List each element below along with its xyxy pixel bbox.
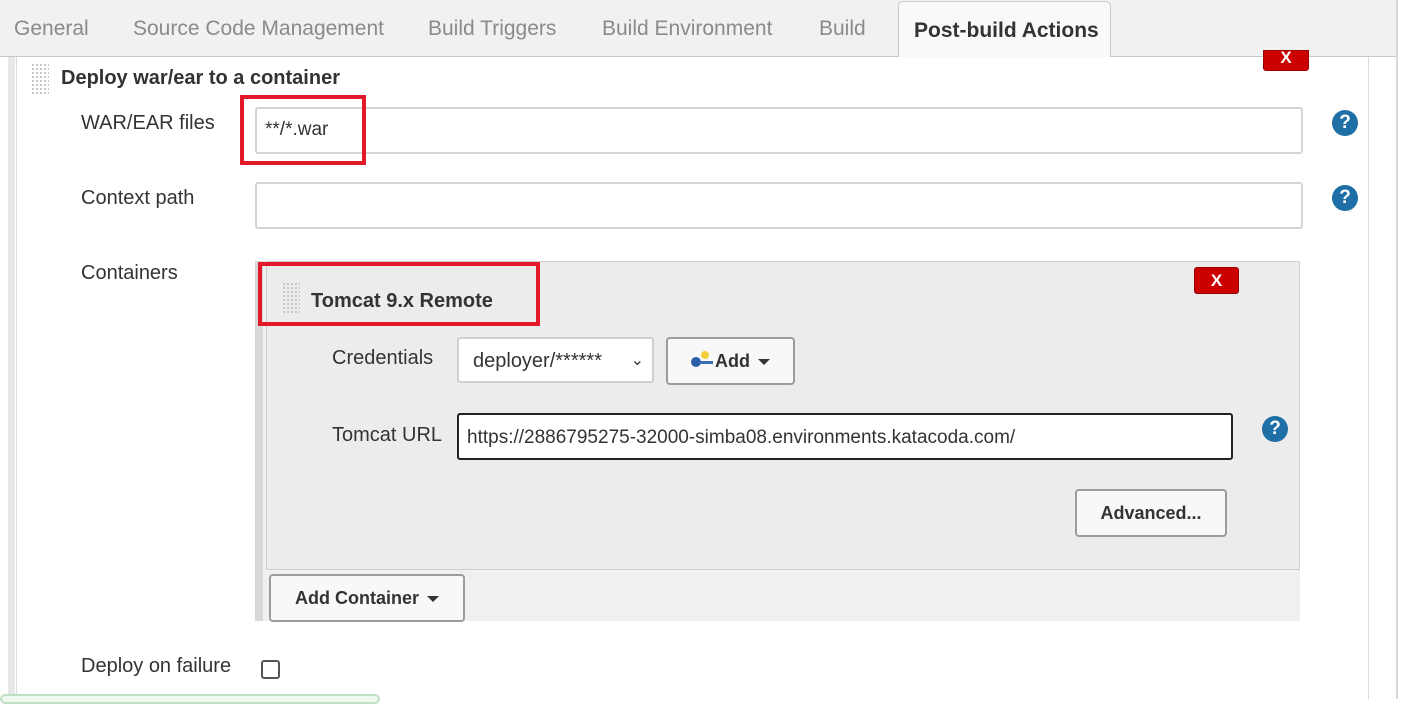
section-stripe — [8, 57, 15, 699]
help-icon[interactable]: ? — [1332, 110, 1358, 136]
credentials-selected-value: deployer/****** — [473, 350, 602, 372]
containers-label: Containers — [81, 262, 178, 284]
tab-build[interactable]: Build — [819, 0, 866, 57]
deploy-section-title: Deploy war/ear to a container — [61, 67, 340, 89]
add-credentials-label: Add — [715, 351, 750, 371]
deploy-on-failure-label: Deploy on failure — [81, 655, 232, 677]
tab-build-triggers[interactable]: Build Triggers — [428, 0, 556, 57]
tab-build-environment[interactable]: Build Environment — [602, 0, 772, 57]
tab-post-build-actions[interactable]: Post-build Actions — [898, 1, 1111, 58]
war-files-highlight — [240, 95, 366, 165]
context-path-input[interactable] — [255, 182, 1303, 229]
deploy-on-failure-checkbox[interactable] — [261, 660, 280, 679]
war-files-label: WAR/EAR files — [81, 112, 215, 134]
war-files-input[interactable]: **/*.war — [255, 107, 1303, 154]
bottom-tab — [0, 694, 380, 704]
chevron-down-icon: ⌄ — [630, 352, 644, 369]
delete-deploy-step-button[interactable]: X — [1263, 49, 1309, 71]
caret-down-icon — [427, 596, 439, 603]
tab-general[interactable]: General — [14, 0, 89, 57]
add-container-button[interactable]: Add Container — [269, 574, 465, 622]
caret-down-icon — [758, 359, 770, 366]
help-icon[interactable]: ? — [1262, 416, 1288, 442]
tab-source-code-management[interactable]: Source Code Management — [133, 0, 384, 57]
tomcat-url-input[interactable]: https://2886795275-32000-simba08.environ… — [457, 413, 1233, 460]
credentials-label: Credentials — [332, 347, 434, 369]
page-border — [1396, 0, 1398, 699]
delete-container-button[interactable]: X — [1194, 267, 1239, 294]
add-container-label: Add Container — [295, 588, 419, 608]
context-path-label: Context path — [81, 187, 195, 209]
advanced-button[interactable]: Advanced... — [1075, 489, 1227, 537]
config-tabs: General Source Code Management Build Tri… — [0, 0, 1397, 58]
add-credentials-button[interactable]: Add — [666, 337, 795, 385]
help-icon[interactable]: ? — [1332, 185, 1358, 211]
container-title-highlight — [258, 262, 540, 326]
tomcat-url-label: Tomcat URL — [332, 424, 443, 446]
key-icon — [691, 351, 713, 369]
drag-handle[interactable] — [31, 63, 49, 95]
credentials-select[interactable]: deployer/****** ⌄ — [457, 337, 654, 383]
